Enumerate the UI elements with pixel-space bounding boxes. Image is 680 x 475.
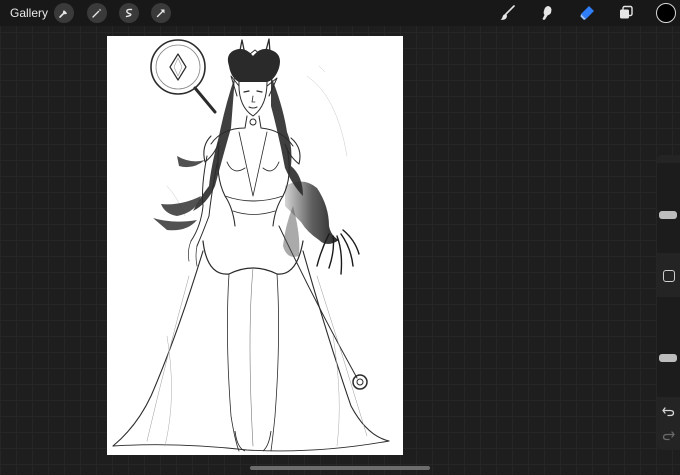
home-indicator[interactable] [250,466,430,470]
selection-icon [125,8,133,18]
color-swatch[interactable] [656,3,676,23]
layers-button[interactable] [615,2,637,24]
smudge-tool-button[interactable] [536,2,558,24]
redo-icon [662,431,675,441]
wrench-icon [59,10,67,18]
gallery-button[interactable]: Gallery [10,5,48,21]
magic-wand-icon [92,8,102,18]
modify-button[interactable] [663,270,675,282]
brush-size-thumb[interactable] [659,210,677,219]
transform-button[interactable] [151,3,171,23]
brush-icon [500,5,515,20]
adjustments-button[interactable] [87,3,107,23]
redo-button[interactable] [661,427,676,442]
opacity-thumb[interactable] [659,354,677,363]
undo-button[interactable] [661,403,676,418]
drawing-canvas[interactable] [107,36,403,455]
undo-icon [662,407,675,417]
brush-size-slider[interactable] [657,163,680,253]
procreate-app: Gallery [0,0,680,475]
eraser-tool-button[interactable] [576,2,598,24]
transform-arrow-icon [156,9,165,18]
actions-button[interactable] [54,3,74,23]
selection-button[interactable] [119,3,139,23]
smudge-icon [542,6,552,20]
brush-tool-button[interactable] [497,2,519,24]
eraser-icon [580,6,594,20]
top-toolbar: Gallery [0,0,680,26]
layers-icon [620,5,633,19]
sketch-artwork [112,38,390,452]
brush-sidebar [657,155,680,450]
opacity-slider[interactable] [657,297,680,397]
